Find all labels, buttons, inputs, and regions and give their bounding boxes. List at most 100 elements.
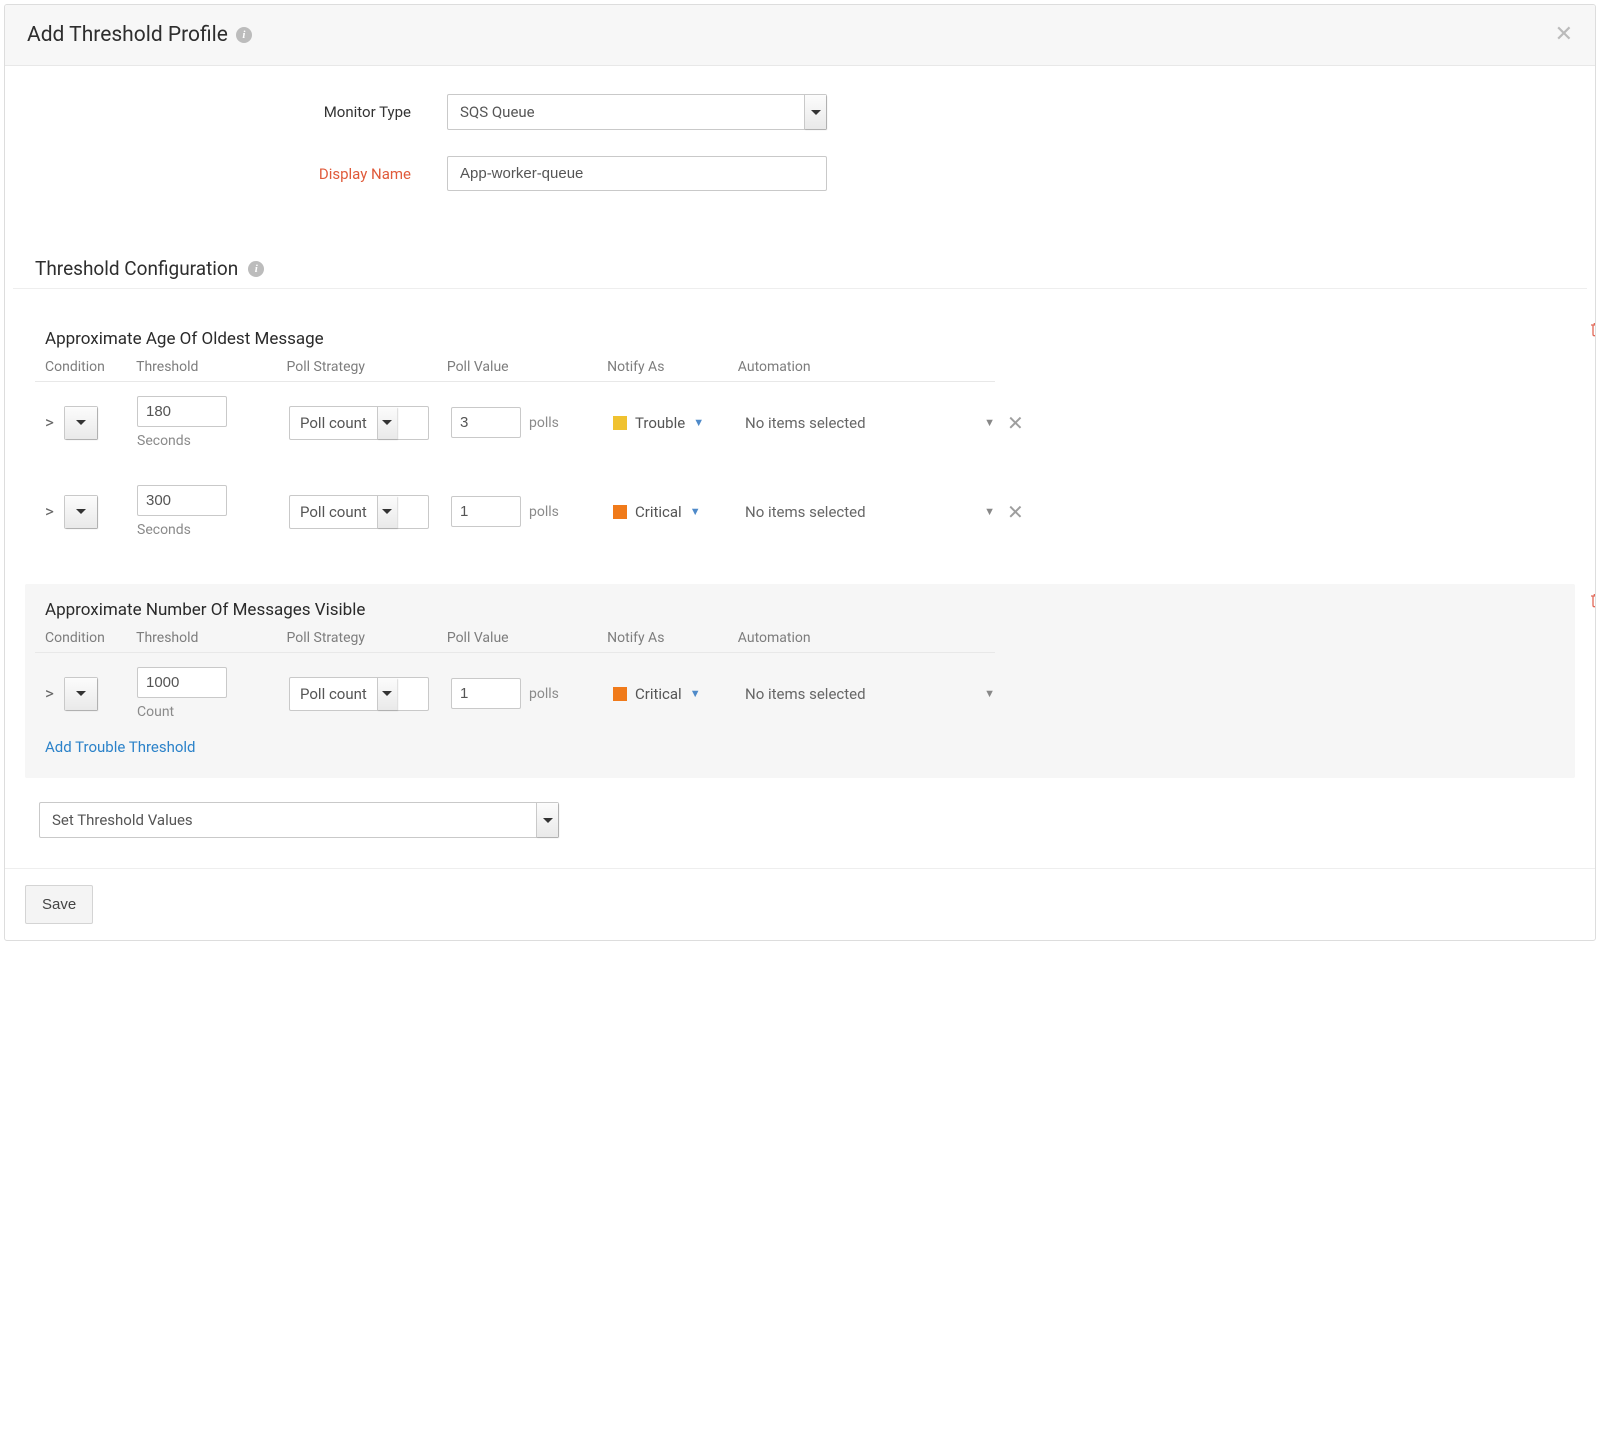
display-name-label: Display Name <box>27 165 447 183</box>
info-icon[interactable]: i <box>248 261 264 277</box>
display-name-row: Display Name <box>27 156 1573 191</box>
modal-header: Add Threshold Profile i ✕ <box>5 5 1595 66</box>
poll-strategy-cell: Poll count <box>289 495 439 529</box>
col-poll-value: Poll Value <box>447 630 595 646</box>
poll-value-input[interactable] <box>451 407 521 438</box>
automation-label: No items selected <box>745 414 866 432</box>
col-condition: Condition <box>45 630 124 646</box>
poll-value-unit: polls <box>529 504 559 520</box>
condition-select[interactable] <box>64 677 98 711</box>
modal-title: Add Threshold Profile i <box>27 23 252 47</box>
add-threshold-modal: Add Threshold Profile i ✕ Monitor Type S… <box>4 4 1596 941</box>
condition-select[interactable] <box>64 495 98 529</box>
automation-label: No items selected <box>745 503 866 521</box>
metric-title: Approximate Age Of Oldest Message <box>35 325 1565 359</box>
threshold-unit: Seconds <box>137 522 277 538</box>
chevron-down-icon: ▼ <box>690 687 701 700</box>
chevron-down-icon <box>377 678 397 710</box>
profile-form: Monitor Type SQS Queue Display Name <box>5 66 1595 257</box>
chevron-down-icon <box>804 95 826 129</box>
chevron-down-icon <box>65 678 97 710</box>
save-button[interactable]: Save <box>25 885 93 924</box>
automation-select[interactable]: No items selected ▼ <box>745 414 995 432</box>
trash-icon[interactable] <box>1589 321 1596 341</box>
threshold-input[interactable] <box>137 396 227 427</box>
poll-strategy-select[interactable]: Poll count <box>289 406 429 440</box>
poll-strategy-cell: Poll count <box>289 406 439 440</box>
set-threshold-values-select[interactable]: Set Threshold Values <box>39 802 559 838</box>
remove-row-icon[interactable]: ✕ <box>1007 500 1024 524</box>
poll-strategy-label: Poll count <box>290 503 377 521</box>
threshold-config-title-text: Threshold Configuration <box>35 257 238 280</box>
automation-select[interactable]: No items selected ▼ <box>745 685 995 703</box>
notify-as-label: Critical <box>635 685 682 703</box>
monitor-type-select[interactable]: SQS Queue <box>447 94 827 130</box>
threshold-cell: Seconds <box>137 396 277 449</box>
status-swatch-critical <box>613 505 627 519</box>
metric-block-age-oldest: Approximate Age Of Oldest Message Condit… <box>25 313 1575 560</box>
poll-value-input[interactable] <box>451 678 521 709</box>
threshold-unit: Count <box>137 704 277 720</box>
poll-strategy-select[interactable]: Poll count <box>289 677 429 711</box>
col-condition: Condition <box>45 359 124 375</box>
threshold-input[interactable] <box>137 485 227 516</box>
col-threshold: Threshold <box>136 359 274 375</box>
automation-select[interactable]: No items selected ▼ <box>745 503 995 521</box>
monitor-type-label: Monitor Type <box>27 103 447 121</box>
status-swatch-critical <box>613 687 627 701</box>
chevron-down-icon <box>65 407 97 439</box>
threshold-input[interactable] <box>137 667 227 698</box>
col-notify-as: Notify As <box>607 359 726 375</box>
add-trouble-threshold-link[interactable]: Add Trouble Threshold <box>35 720 1565 756</box>
automation-label: No items selected <box>745 685 866 703</box>
remove-row-icon[interactable]: ✕ <box>1007 411 1024 435</box>
notify-as-label: Critical <box>635 503 682 521</box>
poll-value-unit: polls <box>529 686 559 702</box>
poll-strategy-cell: Poll count <box>289 677 439 711</box>
condition-cell: > <box>45 495 125 529</box>
notify-as-select[interactable]: Critical ▼ <box>613 503 733 521</box>
trash-icon[interactable] <box>1589 592 1596 612</box>
poll-value-cell: polls <box>451 678 601 709</box>
threshold-unit: Seconds <box>137 433 277 449</box>
columns-header: Condition Threshold Poll Strategy Poll V… <box>35 630 995 653</box>
close-icon[interactable]: ✕ <box>1555 24 1573 46</box>
chevron-down-icon: ▼ <box>690 505 701 518</box>
chevron-down-icon: ▼ <box>693 416 704 429</box>
info-icon[interactable]: i <box>236 27 252 43</box>
poll-strategy-label: Poll count <box>290 685 377 703</box>
threshold-config-title: Threshold Configuration i <box>13 257 1587 289</box>
set-threshold-values-row: Set Threshold Values <box>39 802 1561 838</box>
monitor-type-row: Monitor Type SQS Queue <box>27 94 1573 130</box>
metric-title: Approximate Number Of Messages Visible <box>35 596 1565 630</box>
col-poll-strategy: Poll Strategy <box>287 630 435 646</box>
set-threshold-values-label: Set Threshold Values <box>52 811 193 829</box>
poll-value-cell: polls <box>451 496 601 527</box>
modal-title-text: Add Threshold Profile <box>27 23 228 47</box>
monitor-type-value: SQS Queue <box>460 103 535 121</box>
col-poll-strategy: Poll Strategy <box>287 359 435 375</box>
condition-select[interactable] <box>64 406 98 440</box>
chevron-down-icon <box>536 803 558 837</box>
poll-strategy-select[interactable]: Poll count <box>289 495 429 529</box>
col-automation: Automation <box>738 359 985 375</box>
notify-as-select[interactable]: Trouble ▼ <box>613 414 733 432</box>
notify-as-select[interactable]: Critical ▼ <box>613 685 733 703</box>
chevron-down-icon <box>65 496 97 528</box>
poll-value-input[interactable] <box>451 496 521 527</box>
columns-header: Condition Threshold Poll Strategy Poll V… <box>35 359 995 382</box>
poll-strategy-label: Poll count <box>290 414 377 432</box>
condition-symbol: > <box>45 413 58 433</box>
notify-as-label: Trouble <box>635 414 685 432</box>
chevron-down-icon <box>377 496 397 528</box>
chevron-down-icon: ▼ <box>984 505 995 518</box>
condition-symbol: > <box>45 684 58 704</box>
status-swatch-trouble <box>613 416 627 430</box>
threshold-cell: Count <box>137 667 277 720</box>
condition-cell: > <box>45 406 125 440</box>
threshold-row: > Count Poll count polls <box>35 653 1085 720</box>
poll-value-cell: polls <box>451 407 601 438</box>
col-notify-as: Notify As <box>607 630 726 646</box>
display-name-input[interactable] <box>447 156 827 191</box>
modal-footer: Save <box>5 868 1595 940</box>
